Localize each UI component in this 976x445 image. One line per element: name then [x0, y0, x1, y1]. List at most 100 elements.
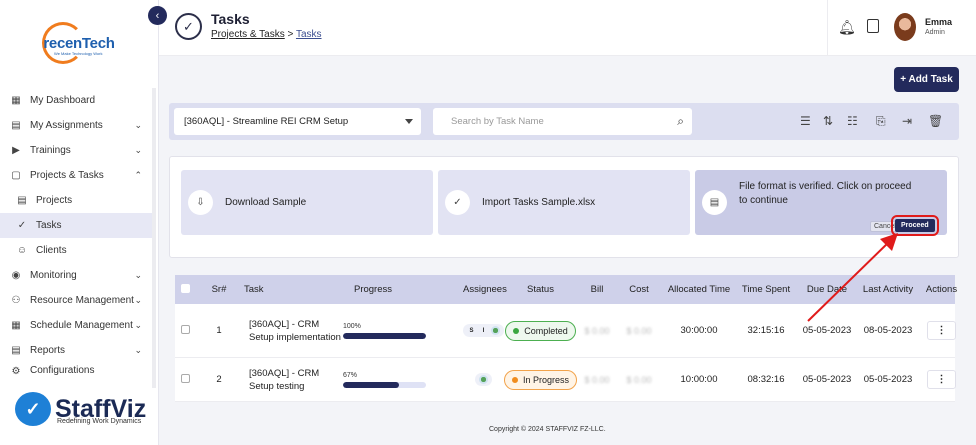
- sidebar-item-label: Monitoring: [30, 270, 77, 281]
- file-check-icon: ✓: [445, 190, 470, 215]
- task-check-icon: ✓: [175, 13, 202, 40]
- sidebar-item-label: Trainings: [30, 145, 71, 156]
- sidebar-item-reports[interactable]: ▤ Reports ⌄: [0, 338, 152, 363]
- list-view-icon[interactable]: ☰: [800, 114, 811, 128]
- download-sample-label: Download Sample: [225, 197, 307, 208]
- row-checkbox[interactable]: [175, 324, 195, 337]
- breadcrumb-tasks[interactable]: Tasks: [296, 29, 322, 40]
- sidebar-item-my-dashboard[interactable]: ▦ My Dashboard: [0, 88, 152, 113]
- more-actions-button[interactable]: ⋮: [927, 321, 956, 340]
- row-cost: $ 0.00: [626, 325, 652, 336]
- col-actions: Actions: [925, 284, 958, 295]
- sidebar-item-resource-management[interactable]: ⚇ Resource Management ⌄: [0, 288, 152, 313]
- assignee-group[interactable]: S I: [463, 324, 504, 338]
- assignee-initial: I: [482, 327, 485, 334]
- breadcrumb-projects-tasks[interactable]: Projects & Tasks: [211, 29, 285, 40]
- config-icon: ⚙: [11, 365, 21, 376]
- sidebar-item-monitoring[interactable]: ◉ Monitoring ⌄: [0, 263, 152, 288]
- trash-icon[interactable]: 🗑︎: [928, 114, 943, 128]
- sort-icon[interactable]: ⇅: [823, 114, 833, 128]
- search-icon[interactable]: ⌕: [677, 114, 684, 129]
- sidebar-item-schedule-management[interactable]: ▦ Schedule Management ⌄: [0, 313, 152, 338]
- verification-card: ▤ File format is verified. Click on proc…: [695, 170, 947, 236]
- row-task[interactable]: [360AQL] - CRM Setup testing: [243, 367, 343, 393]
- bell-icon[interactable]: 🔔︎: [838, 19, 856, 36]
- download-file-icon: ⇩: [188, 190, 213, 215]
- sidebar-item-label: Resource Management: [30, 295, 134, 306]
- chevron-down-icon: ⌄: [134, 345, 142, 355]
- project-doc-icon: ▤: [17, 195, 27, 206]
- dashboard-icon: ▦: [11, 95, 21, 106]
- row-last-activity: 05-05-2023: [863, 374, 913, 385]
- search-input[interactable]: Search by Task Name ⌕: [433, 108, 692, 135]
- filter-bar: [360AQL] - Streamline REI CRM Setup Sear…: [169, 103, 959, 140]
- col-time-spent: Time Spent: [741, 284, 791, 295]
- row-allocated-time: 30:00:00: [680, 325, 718, 336]
- progress-label: 67%: [343, 371, 358, 379]
- export-icon[interactable]: ⇥: [902, 114, 912, 128]
- row-task[interactable]: [360AQL] - CRM Setup implementation: [243, 318, 343, 344]
- header-divider: [827, 0, 828, 56]
- sidebar-item-trainings[interactable]: ▶ Trainings ⌄: [0, 138, 152, 163]
- row-bill: $ 0.00: [584, 374, 610, 385]
- status-dot: [511, 376, 518, 383]
- progress-bar: [343, 332, 426, 339]
- breadcrumb-separator: >: [287, 29, 294, 40]
- id-card-icon[interactable]: [867, 19, 879, 33]
- project-select[interactable]: [360AQL] - Streamline REI CRM Setup: [174, 108, 421, 135]
- staffviz-brand: ✓ StaffViz Redefining Work Dynamics: [15, 392, 146, 426]
- sidebar-scrollbar[interactable]: [152, 88, 156, 388]
- sidebar-item-label: My Dashboard: [30, 95, 96, 106]
- sidebar-collapse-button[interactable]: ‹: [148, 6, 167, 25]
- sidebar-item-my-assignments[interactable]: ▤ My Assignments ⌄: [0, 113, 152, 138]
- filter-sliders-icon[interactable]: ☷: [847, 114, 858, 128]
- annotation-arrow-icon: [807, 233, 898, 322]
- monitoring-icon: ◉: [11, 270, 21, 281]
- more-actions-button[interactable]: ⋮: [927, 370, 956, 389]
- staffviz-logo-icon: ✓: [15, 392, 51, 426]
- import-file-card[interactable]: ✓ Import Tasks Sample.xlsx: [438, 170, 690, 235]
- col-assignees: Assignees: [463, 284, 507, 295]
- brand-tagline: Redefining Work Dynamics: [57, 418, 142, 425]
- user-role: Admin: [925, 29, 945, 36]
- row-checkbox[interactable]: [175, 373, 195, 386]
- assignment-icon: ▤: [11, 120, 21, 131]
- company-logo[interactable]: recenTech We Make Technology Work: [40, 22, 118, 64]
- caret-down-icon: [405, 119, 413, 124]
- chevron-down-icon: ⌄: [134, 270, 142, 280]
- col-task: Task: [244, 284, 264, 295]
- row-assignees[interactable]: [463, 372, 503, 387]
- table-row[interactable]: 2 [360AQL] - CRM Setup testing 67% In Pr…: [175, 358, 956, 402]
- sidebar-item-projects[interactable]: ▤ Projects: [0, 188, 152, 213]
- assignee-initial: S: [469, 327, 474, 334]
- status-badge: Completed: [505, 320, 576, 341]
- progress-bar: [343, 381, 426, 388]
- import-icon[interactable]: ⎘: [876, 114, 886, 128]
- select-all-checkbox[interactable]: [175, 283, 195, 296]
- avatar[interactable]: [894, 13, 916, 41]
- sidebar-item-tasks[interactable]: ✓ Tasks: [0, 213, 152, 238]
- reports-icon: ▤: [11, 345, 21, 356]
- schedule-icon: ▦: [11, 320, 21, 331]
- sidebar-item-clients[interactable]: ☺ Clients: [0, 238, 152, 263]
- download-sample-card[interactable]: ⇩ Download Sample: [181, 170, 433, 235]
- row-assignees[interactable]: S I: [463, 324, 504, 338]
- progress-fill: [343, 332, 426, 339]
- page-header: ✓ Tasks Projects & Tasks > Tasks 🔔︎ Emma…: [159, 0, 976, 56]
- training-icon: ▶: [12, 145, 20, 156]
- col-bill: Bill: [590, 284, 604, 295]
- search-placeholder: Search by Task Name: [451, 116, 544, 127]
- sidebar-item-label: Reports: [30, 345, 66, 356]
- status-label: In Progress: [522, 374, 570, 385]
- row-sr: 2: [216, 374, 222, 385]
- sidebar-item-label: My Assignments: [30, 120, 103, 131]
- breadcrumb: Projects & Tasks > Tasks: [211, 29, 322, 40]
- resource-icon: ⚇: [11, 295, 21, 306]
- row-progress: 67%: [343, 372, 448, 388]
- row-due-date: 05-05-2023: [802, 374, 852, 385]
- row-actions: ⋮: [918, 321, 965, 340]
- assignee-group[interactable]: [474, 372, 492, 386]
- add-task-button[interactable]: + Add Task: [894, 67, 959, 92]
- sidebar-item-projects-tasks[interactable]: ▢ Projects & Tasks ⌃: [0, 163, 152, 188]
- sidebar-item-configurations[interactable]: ⚙ Configurations: [0, 363, 152, 375]
